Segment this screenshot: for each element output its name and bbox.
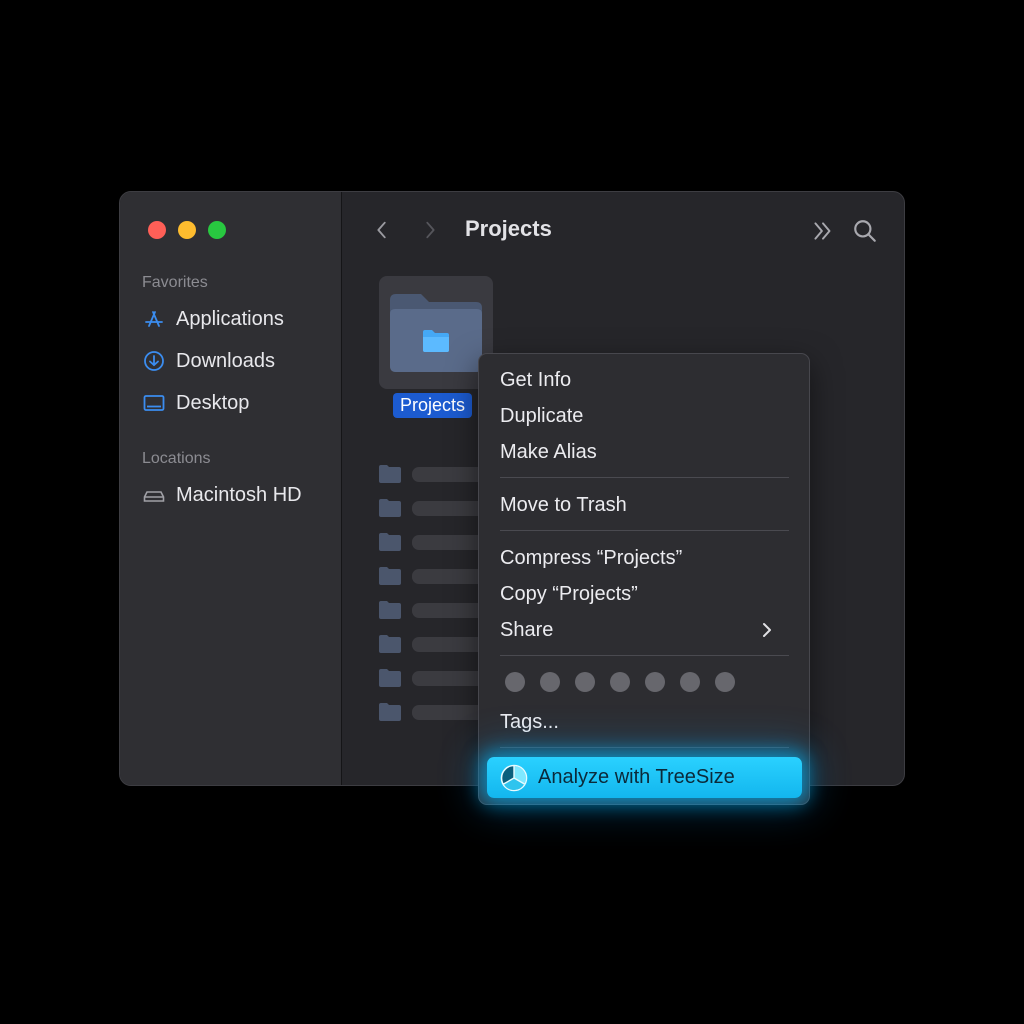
folder-item-projects[interactable] bbox=[379, 276, 493, 389]
applications-icon bbox=[145, 311, 163, 327]
tag-colors bbox=[505, 672, 735, 692]
tag-color-dot[interactable] bbox=[645, 672, 665, 692]
menu-item-make-alias[interactable]: Make Alias bbox=[500, 437, 790, 467]
menu-item-duplicate[interactable]: Duplicate bbox=[500, 401, 790, 431]
sidebar-item-label: Macintosh HD bbox=[176, 483, 302, 506]
search-button[interactable] bbox=[850, 216, 880, 246]
folder-item-label: Projects bbox=[393, 393, 473, 418]
folder-icon bbox=[379, 499, 401, 517]
menu-item-tags[interactable]: Tags... bbox=[500, 707, 790, 737]
sidebar-item-label: Downloads bbox=[176, 349, 275, 372]
menu-separator bbox=[500, 530, 789, 531]
menu-separator bbox=[500, 747, 789, 748]
sidebar: Favorites Applications Downloads Desktop… bbox=[120, 192, 342, 785]
chevron-right-icon bbox=[426, 221, 435, 239]
tag-color-dot[interactable] bbox=[715, 672, 735, 692]
close-button[interactable] bbox=[148, 221, 166, 239]
menu-item-share[interactable]: Share bbox=[500, 615, 790, 645]
sidebar-item-downloads[interactable]: Downloads bbox=[142, 347, 332, 375]
folder-icon bbox=[379, 533, 401, 551]
downloads-icon bbox=[144, 351, 164, 371]
sidebar-item-desktop[interactable]: Desktop bbox=[142, 389, 332, 417]
chevron-left-icon bbox=[377, 221, 386, 239]
folder-icon bbox=[379, 703, 401, 721]
menu-separator bbox=[500, 655, 789, 656]
menu-item-copy[interactable]: Copy “Projects” bbox=[500, 579, 790, 609]
drive-icon bbox=[143, 491, 165, 502]
menu-item-label: Analyze with TreeSize bbox=[538, 766, 735, 788]
sidebar-item-macintosh-hd[interactable]: Macintosh HD bbox=[142, 481, 332, 509]
folder-icon bbox=[379, 465, 401, 483]
chevron-right-icon bbox=[763, 623, 771, 637]
search-icon bbox=[854, 220, 876, 242]
menu-separator bbox=[500, 477, 789, 478]
menu-item-compress[interactable]: Compress “Projects” bbox=[500, 543, 790, 573]
sidebar-item-label: Applications bbox=[176, 307, 284, 330]
desktop-icon bbox=[143, 395, 165, 411]
treesize-icon bbox=[500, 764, 528, 791]
sidebar-item-applications[interactable]: Applications bbox=[142, 305, 332, 333]
menu-item-analyze-with-treesize[interactable]: Analyze with TreeSize bbox=[487, 757, 802, 798]
more-toolbar-button[interactable] bbox=[808, 216, 838, 246]
tag-color-dot[interactable] bbox=[610, 672, 630, 692]
tag-color-dot[interactable] bbox=[505, 672, 525, 692]
sidebar-item-label: Desktop bbox=[176, 391, 250, 414]
tag-color-dot[interactable] bbox=[540, 672, 560, 692]
tag-color-dot[interactable] bbox=[680, 672, 700, 692]
folder-icon bbox=[379, 635, 401, 653]
minimize-button[interactable] bbox=[178, 221, 196, 239]
menu-item-get-info[interactable]: Get Info bbox=[500, 365, 790, 395]
menu-item-move-to-trash[interactable]: Move to Trash bbox=[500, 490, 790, 520]
folder-icon bbox=[390, 294, 482, 372]
folder-icon bbox=[379, 567, 401, 585]
sidebar-section-locations: Locations bbox=[142, 450, 211, 467]
menu-item-label: Share bbox=[500, 619, 554, 641]
zoom-button[interactable] bbox=[208, 221, 226, 239]
context-menu: Get Info Duplicate Make Alias Move to Tr… bbox=[478, 353, 810, 805]
forward-button[interactable] bbox=[416, 216, 444, 244]
traffic-lights bbox=[148, 221, 226, 239]
back-button[interactable] bbox=[368, 216, 396, 244]
tag-color-dot[interactable] bbox=[575, 672, 595, 692]
window-title: Projects bbox=[465, 216, 552, 241]
double-chevron-right-icon bbox=[814, 222, 831, 240]
folder-icon bbox=[379, 601, 401, 619]
sidebar-section-favorites: Favorites bbox=[142, 274, 208, 291]
folder-icon bbox=[379, 669, 401, 687]
